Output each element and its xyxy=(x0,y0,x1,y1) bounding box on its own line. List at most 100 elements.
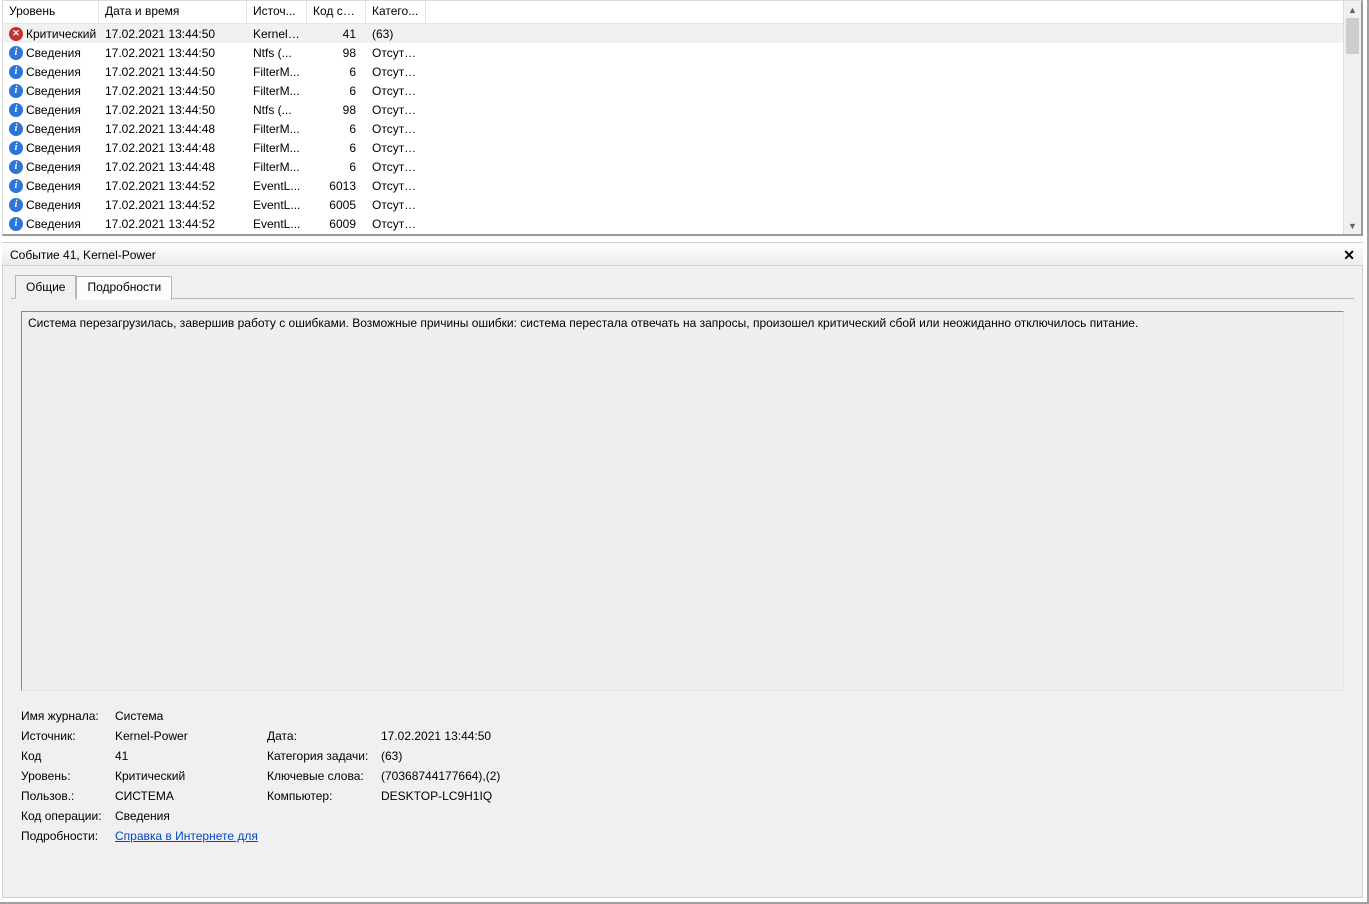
label-more-info: Подробности: xyxy=(21,829,113,843)
value-task-cat: (63) xyxy=(381,749,1344,763)
table-row[interactable]: Сведения17.02.2021 13:44:50Ntfs (...98От… xyxy=(3,100,1343,119)
label-log-name: Имя журнала: xyxy=(21,709,113,723)
event-grid[interactable]: Уровень Дата и время Источ... Код со... … xyxy=(3,1,1343,234)
info-icon xyxy=(9,179,23,193)
scroll-thumb[interactable] xyxy=(1346,18,1359,54)
close-icon[interactable]: ✕ xyxy=(1341,247,1357,264)
cell-datetime: 17.02.2021 13:44:50 xyxy=(99,103,247,117)
info-icon xyxy=(9,65,23,79)
col-code-header[interactable]: Код со... xyxy=(307,1,366,23)
grid-scrollbar[interactable]: ▲ ▼ xyxy=(1343,1,1361,234)
cell-category: Отсутс... xyxy=(366,160,426,174)
grid-rows: Критический17.02.2021 13:44:50Kernel-...… xyxy=(3,24,1343,233)
cell-datetime: 17.02.2021 13:44:52 xyxy=(99,217,247,231)
label-opcode: Код операции: xyxy=(21,809,113,823)
info-icon xyxy=(9,198,23,212)
info-icon xyxy=(9,160,23,174)
value-opcode: Сведения xyxy=(115,809,1344,823)
col-datetime-header[interactable]: Дата и время xyxy=(99,1,247,23)
table-row[interactable]: Сведения17.02.2021 13:44:50FilterM...6От… xyxy=(3,62,1343,81)
cell-datetime: 17.02.2021 13:44:52 xyxy=(99,179,247,193)
cell-level: Сведения xyxy=(26,84,81,98)
scroll-down-button[interactable]: ▼ xyxy=(1344,217,1361,234)
cell-level: Сведения xyxy=(26,198,81,212)
cell-code: 6 xyxy=(307,65,366,79)
col-source-header[interactable]: Источ... xyxy=(247,1,307,23)
cell-level: Сведения xyxy=(26,65,81,79)
value-keywords: (70368744177664),(2) xyxy=(381,769,1344,783)
col-level-header[interactable]: Уровень xyxy=(3,1,99,23)
label-code: Код xyxy=(21,749,113,763)
info-icon xyxy=(9,84,23,98)
table-row[interactable]: Сведения 17.02.2021 13:44:48FilterM...6От… xyxy=(3,138,1343,157)
table-row[interactable]: Сведения17.02.2021 13:44:50FilterM...6От… xyxy=(3,81,1343,100)
cell-code: 98 xyxy=(307,103,366,117)
tab-general[interactable]: Общие xyxy=(15,275,76,299)
label-user: Пользов.: xyxy=(21,789,113,803)
col-category-header[interactable]: Катего... xyxy=(366,1,426,23)
cell-source: Ntfs (... xyxy=(247,103,307,117)
cell-datetime: 17.02.2021 13:44:52 xyxy=(99,198,247,212)
value-level: Критический xyxy=(115,769,265,783)
cell-level: Сведения xyxy=(26,217,81,231)
event-message-text: Система перезагрузилась, завершив работу… xyxy=(28,316,1138,330)
cell-level: Сведения xyxy=(26,103,81,117)
table-row[interactable]: Сведения17.02.2021 13:44:52EventL...6013… xyxy=(3,176,1343,195)
table-row[interactable]: Сведения17.02.2021 13:44:50Ntfs (...98От… xyxy=(3,43,1343,62)
tab-details[interactable]: Подробности xyxy=(76,276,172,300)
cell-level: Сведения xyxy=(26,160,81,174)
cell-datetime: 17.02.2021 13:44:48 xyxy=(99,141,247,155)
cell-category: Отсутс... xyxy=(366,122,426,136)
cell-code: 6 xyxy=(307,122,366,136)
cell-source: Kernel-... xyxy=(247,27,307,41)
table-row[interactable]: Сведения 17.02.2021 13:44:52EventL...6005… xyxy=(3,195,1343,214)
cell-code: 6013 xyxy=(307,179,366,193)
cell-level: Сведения xyxy=(26,141,81,155)
cell-category: Отсутс... xyxy=(366,198,426,212)
info-icon xyxy=(9,217,23,231)
label-date: Дата: xyxy=(267,729,379,743)
cell-code: 6005 xyxy=(307,198,366,212)
detail-title: Событие 41, Kernel-Power xyxy=(10,248,156,262)
detail-tabs: Общие Подробности xyxy=(3,266,1362,298)
table-row[interactable]: Сведения17.02.2021 13:44:48FilterM...6От… xyxy=(3,119,1343,138)
info-icon xyxy=(9,46,23,60)
scroll-up-button[interactable]: ▲ xyxy=(1344,1,1361,18)
cell-source: EventL... xyxy=(247,217,307,231)
info-icon xyxy=(9,141,23,155)
value-source: Kernel-Power xyxy=(115,729,265,743)
cell-level: Критический xyxy=(26,27,96,41)
cell-code: 6009 xyxy=(307,217,366,231)
cell-source: FilterM... xyxy=(247,141,307,155)
label-computer: Компьютер: xyxy=(267,789,379,803)
cell-source: FilterM... xyxy=(247,65,307,79)
cell-datetime: 17.02.2021 13:44:50 xyxy=(99,27,247,41)
cell-category: Отсутс... xyxy=(366,141,426,155)
info-icon xyxy=(9,122,23,136)
cell-source: EventL... xyxy=(247,198,307,212)
cell-source: FilterM... xyxy=(247,84,307,98)
cell-code: 6 xyxy=(307,141,366,155)
event-list-pane: Уровень Дата и время Источ... Код со... … xyxy=(2,0,1363,236)
event-viewer-window: Уровень Дата и время Источ... Код со... … xyxy=(0,0,1369,904)
table-row[interactable]: Сведения 17.02.2021 13:44:52EventL...6009… xyxy=(3,214,1343,233)
cell-level: Сведения xyxy=(26,122,81,136)
value-computer: DESKTOP-LC9H1IQ xyxy=(381,789,1344,803)
table-row[interactable]: Критический17.02.2021 13:44:50Kernel-...… xyxy=(3,24,1343,43)
value-code: 41 xyxy=(115,749,265,763)
table-row[interactable]: Сведения 17.02.2021 13:44:48FilterM...6От… xyxy=(3,157,1343,176)
cell-source: Ntfs (... xyxy=(247,46,307,60)
cell-code: 6 xyxy=(307,160,366,174)
cell-code: 41 xyxy=(307,27,366,41)
cell-datetime: 17.02.2021 13:44:48 xyxy=(99,160,247,174)
label-task-cat: Категория задачи: xyxy=(267,749,379,763)
online-help-link[interactable]: Справка в Интернете для xyxy=(115,829,258,843)
info-icon xyxy=(9,103,23,117)
cell-datetime: 17.02.2021 13:44:48 xyxy=(99,122,247,136)
cell-source: EventL... xyxy=(247,179,307,193)
value-log-name: Система xyxy=(115,709,1344,723)
cell-category: Отсутс... xyxy=(366,46,426,60)
cell-source: FilterM... xyxy=(247,160,307,174)
label-level: Уровень: xyxy=(21,769,113,783)
scroll-track[interactable] xyxy=(1344,18,1361,217)
